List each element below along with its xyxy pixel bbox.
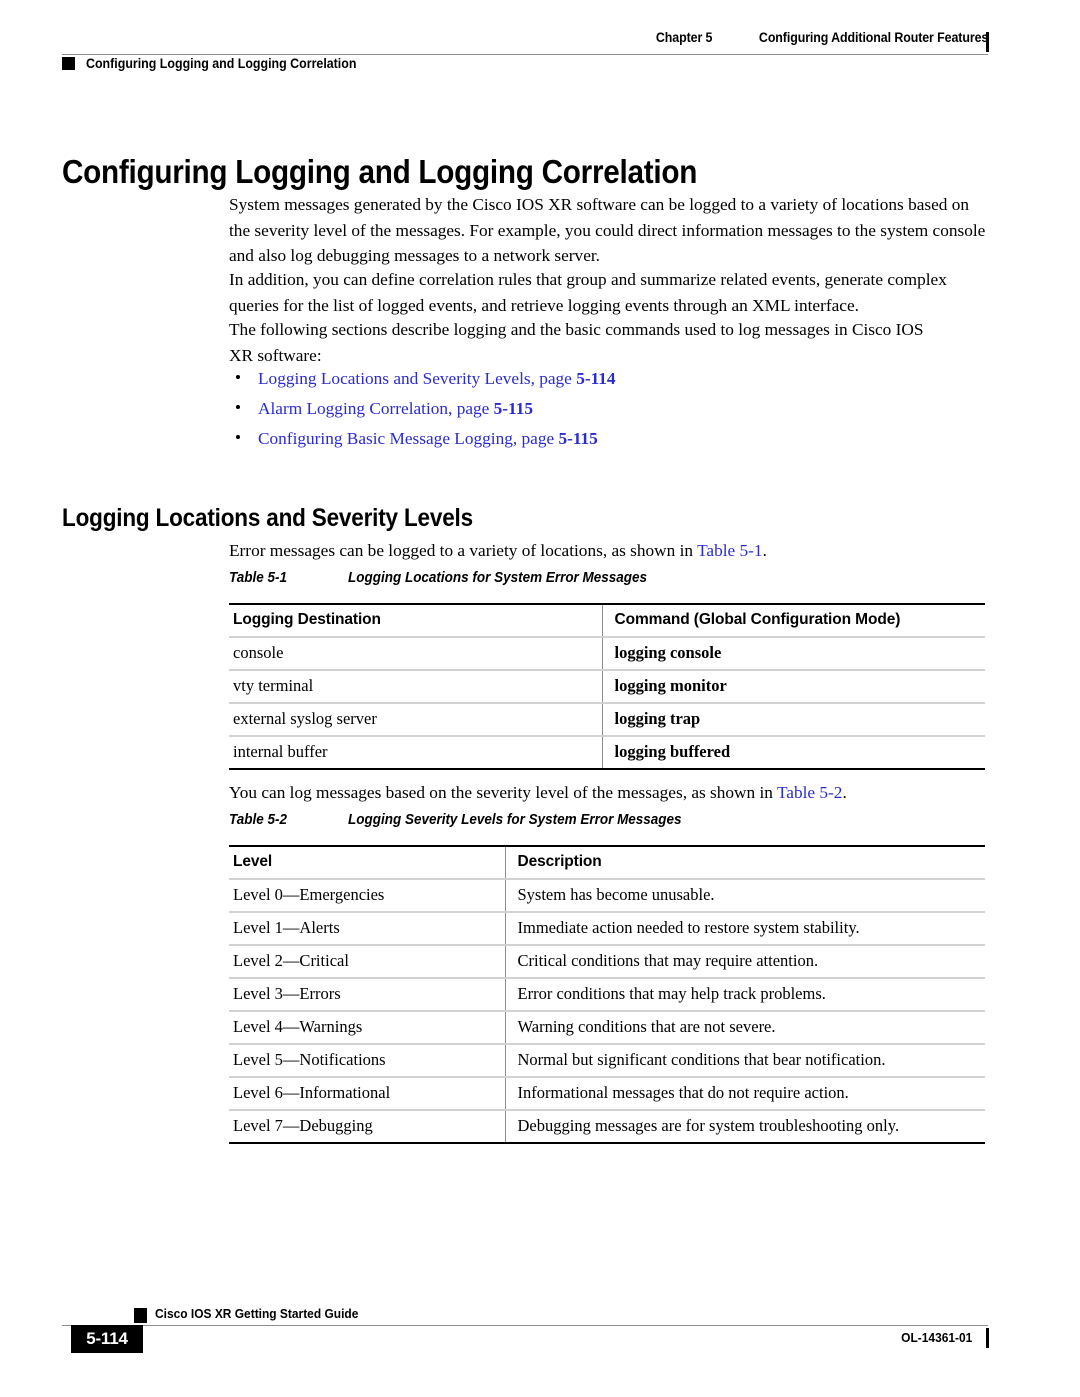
paragraph-text-end: . [762, 541, 767, 560]
section-heading: Logging Locations and Severity Levels [62, 503, 473, 532]
table-1-caption-number: Table 5-1 [229, 570, 287, 586]
table-2-caption: Table 5-2 Logging Severity Levels for Sys… [229, 812, 682, 828]
table-row: Level 5—Notifications Normal but signifi… [229, 1044, 985, 1078]
table-row: external syslog server logging trap [229, 703, 985, 737]
column-header-level: Level [229, 845, 505, 880]
section-link-label: Alarm Logging Correlation, page [258, 399, 494, 418]
table-2-crossref-link[interactable]: Table 5-2 [777, 783, 843, 802]
page-title: Configuring Logging and Logging Correlat… [62, 153, 698, 191]
section-link-list: Logging Locations and Severity Levels, p… [229, 368, 991, 458]
table-row: Level 4—Warnings Warning conditions that… [229, 1011, 985, 1045]
paragraph-text: You can log messages based on the severi… [229, 783, 777, 802]
table-1-crossref-link[interactable]: Table 5-1 [697, 541, 763, 560]
header-square-marker-icon [62, 57, 75, 70]
column-header-description: Description [504, 845, 985, 880]
cell-description: Debugging messages are for system troubl… [504, 1110, 985, 1144]
cell-description: Normal but significant conditions that b… [504, 1044, 985, 1078]
header-chapter-line: Chapter 5 Configuring Additional Router … [651, 30, 988, 54]
table-row: console logging console [229, 637, 985, 671]
table-1-caption-title: Logging Locations for System Error Messa… [348, 570, 648, 586]
table-row: vty terminal logging monitor [229, 670, 985, 704]
bullet-dot-icon [236, 405, 240, 409]
section-link[interactable]: Alarm Logging Correlation, page 5-115 [258, 398, 533, 420]
header-chapter-title: Configuring Additional Router Features [758, 30, 988, 45]
table-header-row: Level Description [229, 845, 985, 880]
section-link[interactable]: Configuring Basic Message Logging, page … [258, 428, 598, 450]
cell-description: System has become unusable. [504, 879, 985, 913]
paragraph-text-end: . [842, 783, 847, 802]
cell-description: Warning conditions that are not severe. [504, 1011, 985, 1045]
column-header-logging-destination: Logging Destination [229, 603, 602, 638]
document-page: Chapter 5 Configuring Additional Router … [0, 0, 1080, 1397]
table-row: internal buffer logging buffered [229, 736, 985, 770]
table-row: Level 3—Errors Error conditions that may… [229, 978, 985, 1012]
page-header: Chapter 5 Configuring Additional Router … [62, 30, 989, 82]
table-row: Level 6—Informational Informational mess… [229, 1077, 985, 1111]
header-rule [62, 54, 988, 55]
cell-level: Level 2—Critical [229, 945, 505, 979]
cell-command: logging monitor [601, 670, 985, 704]
list-item[interactable]: Configuring Basic Message Logging, page … [229, 428, 991, 458]
paragraph-text: Error messages can be logged to a variet… [229, 541, 698, 560]
section-link-page: 5-115 [558, 429, 598, 448]
footer-end-bar [986, 1328, 989, 1348]
cell-level: Level 7—Debugging [229, 1110, 505, 1144]
list-item[interactable]: Alarm Logging Correlation, page 5-115 [229, 398, 991, 428]
cell-level: Level 1—Alerts [229, 912, 505, 946]
cell-destination: vty terminal [229, 670, 602, 704]
cell-level: Level 5—Notifications [229, 1044, 505, 1078]
cell-level: Level 6—Informational [229, 1077, 505, 1111]
cell-level: Level 3—Errors [229, 978, 505, 1012]
cell-description: Immediate action needed to restore syste… [504, 912, 985, 946]
section-link-page: 5-114 [576, 369, 616, 388]
cell-description: Critical conditions that may require att… [504, 945, 985, 979]
header-end-bar [986, 32, 989, 52]
cell-destination: internal buffer [229, 736, 602, 770]
section-link-page: 5-115 [493, 399, 534, 418]
paragraph-intro-3: The following sections describe logging … [229, 320, 924, 365]
footer-page-number: 5-114 [86, 1329, 128, 1348]
table-severity-levels: Level Description Level 0—Emergencies Sy… [229, 845, 985, 1144]
footer-document-id: OL-14361-01 [900, 1330, 972, 1345]
table-row: Level 7—Debugging Debugging messages are… [229, 1110, 985, 1144]
footer-guide-title: Cisco IOS XR Getting Started Guide [155, 1306, 359, 1321]
bullet-dot-icon [236, 375, 240, 379]
section-link-label: Configuring Basic Message Logging, page [258, 429, 559, 448]
table-header-row: Logging Destination Command (Global Conf… [229, 603, 985, 638]
section-link-label: Logging Locations and Severity Levels, p… [258, 369, 577, 388]
table-logging-locations: Logging Destination Command (Global Conf… [229, 603, 985, 770]
table-row: Level 2—Critical Critical conditions tha… [229, 945, 985, 979]
column-header-command: Command (Global Configuration Mode) [601, 603, 985, 638]
bullet-dot-icon [236, 435, 240, 439]
cell-description: Error conditions that may help track pro… [504, 978, 985, 1012]
table-2-caption-number: Table 5-2 [229, 812, 287, 828]
footer-square-marker-icon [134, 1308, 147, 1323]
table-row: Level 0—Emergencies System has become un… [229, 879, 985, 913]
paragraph-before-table-2: You can log messages based on the severi… [229, 780, 991, 806]
table-1-caption: Table 5-1 Logging Locations for System Er… [229, 570, 647, 586]
paragraph-before-table-1: Error messages can be logged to a variet… [229, 538, 991, 564]
cell-destination: console [229, 637, 602, 671]
table-2-caption-title: Logging Severity Levels for System Error… [348, 812, 682, 828]
header-chapter-number: Chapter 5 [656, 30, 713, 45]
list-item[interactable]: Logging Locations and Severity Levels, p… [229, 368, 991, 398]
footer-rule [62, 1325, 988, 1326]
page-footer: Cisco IOS XR Getting Started Guide 5-114… [62, 1306, 989, 1366]
cell-level: Level 4—Warnings [229, 1011, 505, 1045]
cell-command: logging console [601, 637, 985, 671]
paragraph-intro-1: System messages generated by the Cisco I… [229, 195, 986, 265]
cell-command: logging buffered [601, 736, 985, 770]
cell-level: Level 0—Emergencies [229, 879, 505, 913]
paragraph-intro-2: In addition, you can define correlation … [229, 270, 947, 315]
header-running-head: Configuring Logging and Logging Correlat… [86, 56, 357, 71]
table-row: Level 1—Alerts Immediate action needed t… [229, 912, 985, 946]
cell-destination: external syslog server [229, 703, 602, 737]
cell-description: Informational messages that do not requi… [504, 1077, 985, 1111]
section-link[interactable]: Logging Locations and Severity Levels, p… [258, 368, 616, 390]
footer-page-box: 5-114 [71, 1325, 143, 1353]
cell-command: logging trap [601, 703, 985, 737]
